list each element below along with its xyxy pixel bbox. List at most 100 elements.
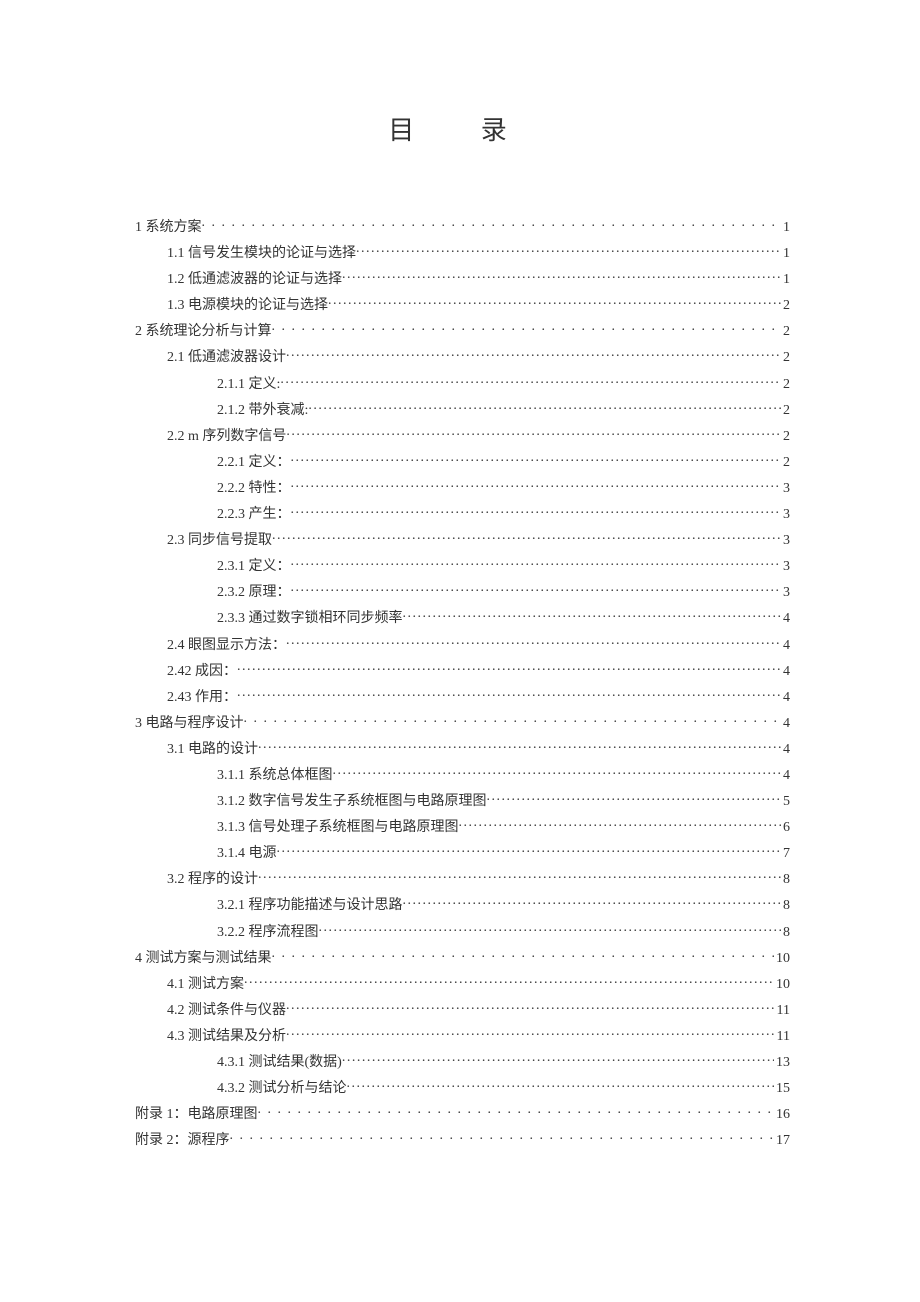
toc-entry: 附录 2：源程序 17: [135, 1130, 790, 1148]
toc-entry: 4 测试方案与测试结果 10: [135, 948, 790, 966]
toc-entry-page: 1: [781, 221, 790, 235]
toc-entry-page: 2: [781, 299, 790, 313]
toc-entry-label: 附录 2：源程序: [135, 1134, 230, 1148]
toc-entry: 3.1 电路的设计4: [135, 739, 790, 757]
toc-leader-dots: [272, 948, 775, 962]
toc-entry-label: 4 测试方案与测试结果: [135, 952, 272, 966]
toc-entry-page: 15: [774, 1082, 790, 1096]
toc-entry: 2.3 同步信号提取3: [135, 530, 790, 548]
toc-entry-page: 4: [781, 743, 790, 757]
toc-entry-label: 2.3.1 定义：: [217, 560, 291, 574]
toc-entry-label: 1 系统方案: [135, 221, 202, 235]
toc-entry-label: 2.43 作用：: [167, 691, 237, 705]
toc-entry: 2.1.1 定义:2: [135, 374, 790, 392]
toc-entry: 2.42 成因： 4: [135, 661, 790, 679]
toc-entry: 2.2.2 特性： 3: [135, 478, 790, 496]
toc-entry: 3.1.4 电源7: [135, 843, 790, 861]
toc-leader-dots: [258, 869, 781, 883]
toc-entry: 3.2 程序的设计8: [135, 869, 790, 887]
toc-leader-dots: [291, 478, 782, 492]
toc-leader-dots: [277, 843, 782, 857]
toc-entry-page: 4: [781, 717, 790, 731]
toc-leader-dots: [342, 1052, 774, 1066]
toc-leader-dots: [244, 974, 774, 988]
toc-entry-page: 1: [781, 247, 790, 261]
toc-entry: 1.3 电源模块的论证与选择 2: [135, 295, 790, 313]
toc-entry: 1.2 低通滤波器的论证与选择1: [135, 269, 790, 287]
toc-entry-page: 4: [781, 612, 790, 626]
toc-entry-label: 2.1.2 带外衰减:: [217, 404, 308, 418]
toc-leader-dots: [258, 1104, 775, 1118]
toc-title: 目 录: [135, 110, 790, 147]
toc-entry-label: 2.2.2 特性：: [217, 482, 291, 496]
toc-leader-dots: [286, 635, 781, 649]
toc-entry-label: 2.2 m 序列数字信号: [167, 430, 286, 444]
toc-entry-label: 4.3.2 测试分析与结论: [217, 1082, 347, 1096]
toc-entry: 3 电路与程序设计 4: [135, 713, 790, 731]
toc-entry: 4.1 测试方案10: [135, 974, 790, 992]
toc-entry-label: 附录 1：电路原理图: [135, 1108, 258, 1122]
toc-leader-dots: [356, 243, 781, 257]
toc-entry-page: 3: [781, 482, 790, 496]
toc-leader-dots: [291, 504, 782, 518]
toc-entry: 附录 1：电路原理图16: [135, 1104, 790, 1122]
toc-leader-dots: [237, 661, 781, 675]
toc-leader-dots: [286, 347, 781, 361]
toc-entry: 3.2.1 程序功能描述与设计思路8: [135, 895, 790, 913]
toc-leader-dots: [328, 295, 781, 309]
toc-leader-dots: [237, 687, 781, 701]
toc-entry: 2.3.2 原理：3: [135, 582, 790, 600]
toc-entry-page: 2: [781, 351, 790, 365]
toc-entry: 3.1.3 信号处理子系统框图与电路原理图 6: [135, 817, 790, 835]
toc-entry: 3.1.1 系统总体框图 4: [135, 765, 790, 783]
toc-entry-page: 7: [781, 847, 790, 861]
toc-leader-dots: [272, 530, 781, 544]
toc-leader-dots: [347, 1078, 775, 1092]
toc-leader-dots: [403, 895, 782, 909]
toc-leader-dots: [286, 1000, 775, 1014]
toc-entry-label: 3.1.1 系统总体框图: [217, 769, 333, 783]
toc-entry-label: 1.3 电源模块的论证与选择: [167, 299, 328, 313]
toc-entry-page: 2: [781, 325, 790, 339]
toc-entry-label: 2.3 同步信号提取: [167, 534, 272, 548]
toc-entry-page: 2: [781, 456, 790, 470]
toc-entry-page: 4: [781, 691, 790, 705]
toc-leader-dots: [244, 713, 782, 727]
toc-entry-label: 2.2.3 产生：: [217, 508, 291, 522]
toc-entry-label: 4.3.1 测试结果(数据): [217, 1056, 342, 1070]
toc-leader-dots: [272, 321, 782, 335]
toc-entry-label: 2.42 成因：: [167, 665, 237, 679]
toc-entry: 4.3.2 测试分析与结论 15: [135, 1078, 790, 1096]
toc-entry-page: 4: [781, 665, 790, 679]
toc-leader-dots: [459, 817, 782, 831]
toc-leader-dots: [230, 1130, 775, 1144]
toc-entry-page: 3: [781, 508, 790, 522]
toc-entry-label: 3 电路与程序设计: [135, 717, 244, 731]
toc-entry: 2.2 m 序列数字信号2: [135, 426, 790, 444]
toc-entry: 4.3.1 测试结果(数据) 13: [135, 1052, 790, 1070]
table-of-contents: 1 系统方案11.1 信号发生模块的论证与选择11.2 低通滤波器的论证与选择1…: [135, 217, 790, 1148]
toc-entry-page: 4: [781, 769, 790, 783]
toc-entry-page: 10: [774, 952, 790, 966]
toc-entry: 4.3 测试结果及分析 11: [135, 1026, 790, 1044]
toc-entry-page: 6: [781, 821, 790, 835]
toc-entry-label: 2.4 眼图显示方法：: [167, 639, 286, 653]
toc-entry-label: 4.3 测试结果及分析: [167, 1030, 286, 1044]
toc-entry-label: 4.1 测试方案: [167, 978, 244, 992]
toc-entry-label: 3.1.3 信号处理子系统框图与电路原理图: [217, 821, 459, 835]
toc-entry: 2.43 作用： 4: [135, 687, 790, 705]
toc-entry-page: 17: [774, 1134, 790, 1148]
toc-entry-page: 11: [775, 1030, 790, 1044]
toc-entry-page: 3: [781, 560, 790, 574]
toc-leader-dots: [202, 217, 782, 231]
toc-entry-label: 3.2 程序的设计: [167, 873, 258, 887]
toc-entry: 3.2.2 程序流程图8: [135, 922, 790, 940]
toc-entry: 2.1.2 带外衰减:2: [135, 400, 790, 418]
toc-leader-dots: [258, 739, 781, 753]
toc-entry-label: 2 系统理论分析与计算: [135, 325, 272, 339]
toc-entry-page: 4: [781, 639, 790, 653]
toc-entry-page: 13: [774, 1056, 790, 1070]
toc-entry-page: 2: [781, 378, 790, 392]
toc-entry: 2.3.1 定义： 3: [135, 556, 790, 574]
toc-entry-label: 3.1.2 数字信号发生子系统框图与电路原理图: [217, 795, 487, 809]
